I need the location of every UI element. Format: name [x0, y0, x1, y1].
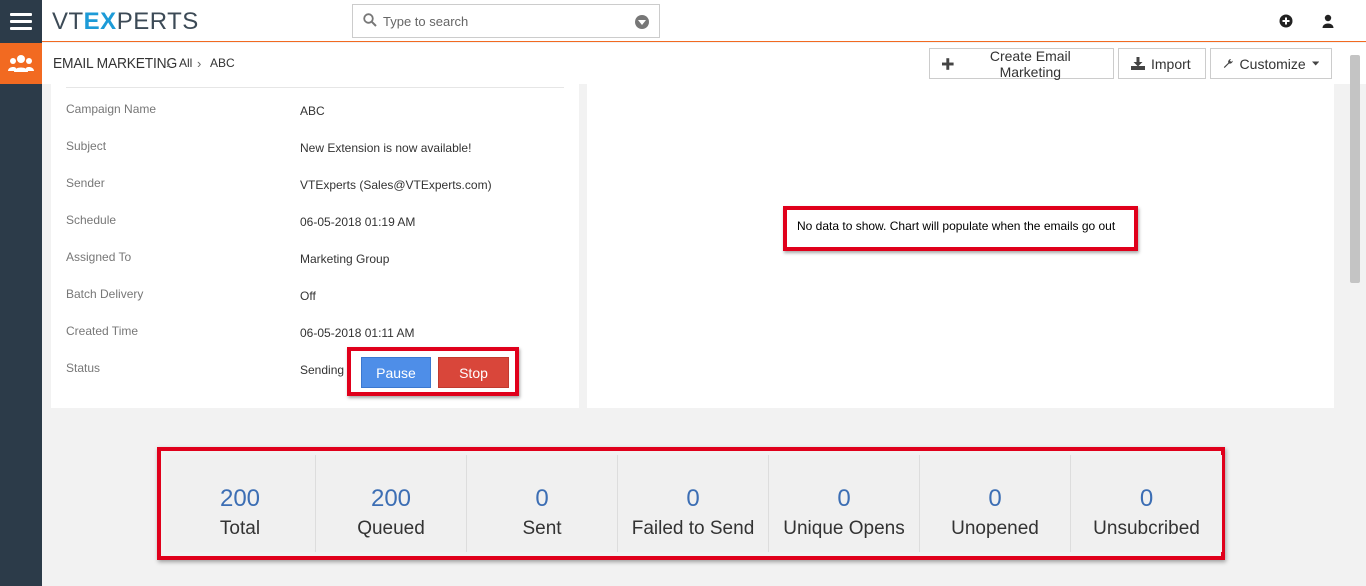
field-campaign-name: Campaign Name ABC [66, 102, 325, 118]
stat-unsubscribed[interactable]: 0 Unsubcribed [1071, 455, 1222, 552]
stat-total[interactable]: 200 Total [165, 455, 316, 552]
search-icon [363, 13, 377, 27]
logo[interactable]: VTEXPERTS [52, 8, 199, 36]
stat-sent[interactable]: 0 Sent [467, 455, 618, 552]
plus-icon [942, 57, 954, 70]
top-bar: VTEXPERTS [42, 0, 1366, 42]
no-data-message: No data to show. Chart will populate whe… [783, 206, 1138, 251]
customize-button[interactable]: Customize [1210, 48, 1332, 79]
module-users-icon[interactable] [0, 43, 42, 84]
import-button[interactable]: Import [1118, 48, 1206, 79]
field-schedule: Schedule 06-05-2018 01:19 AM [66, 213, 416, 229]
stat-unopened[interactable]: 0 Unopened [920, 455, 1071, 552]
quick-create-icon[interactable] [1279, 14, 1293, 28]
download-icon [1131, 57, 1145, 70]
user-icon[interactable] [1321, 14, 1335, 28]
field-sender: Sender VTExperts (Sales@VTExperts.com) [66, 176, 492, 192]
stat-unique-opens[interactable]: 0 Unique Opens [769, 455, 920, 552]
search-dropdown-icon[interactable] [635, 15, 649, 29]
stat-queued[interactable]: 200 Queued [316, 455, 467, 552]
status-controls-highlight: Pause Stop [347, 347, 519, 396]
field-created-time: Created Time 06-05-2018 01:11 AM [66, 324, 415, 340]
global-search [352, 4, 660, 38]
stat-failed-to-send[interactable]: 0 Failed to Send [618, 455, 769, 552]
caret-down-icon [1311, 61, 1319, 66]
search-input[interactable] [383, 12, 623, 30]
email-stats-highlight: 200 Total 200 Queued 0 Sent 0 Failed to … [157, 447, 1225, 560]
breadcrumb-bar: EMAIL MARKETING › All › ABC Create Email… [42, 43, 1366, 84]
breadcrumb-filter[interactable]: All [179, 56, 192, 70]
divider [66, 87, 564, 88]
field-batch-delivery: Batch Delivery Off [66, 287, 316, 303]
left-sidebar [0, 0, 42, 586]
breadcrumb-chevron-icon: › [166, 56, 171, 71]
stop-button[interactable]: Stop [438, 357, 509, 388]
create-email-marketing-button[interactable]: Create Email Marketing [929, 48, 1114, 80]
wrench-icon [1223, 59, 1233, 68]
pause-button[interactable]: Pause [361, 357, 431, 388]
breadcrumb-module[interactable]: EMAIL MARKETING [53, 55, 177, 72]
vertical-scrollbar[interactable] [1350, 55, 1360, 283]
menu-icon[interactable] [0, 0, 42, 42]
field-assigned-to: Assigned To Marketing Group [66, 250, 390, 266]
breadcrumb-chevron-icon: › [197, 56, 202, 71]
field-subject: Subject New Extension is now available! [66, 139, 472, 155]
breadcrumb-record: ABC [210, 56, 235, 70]
